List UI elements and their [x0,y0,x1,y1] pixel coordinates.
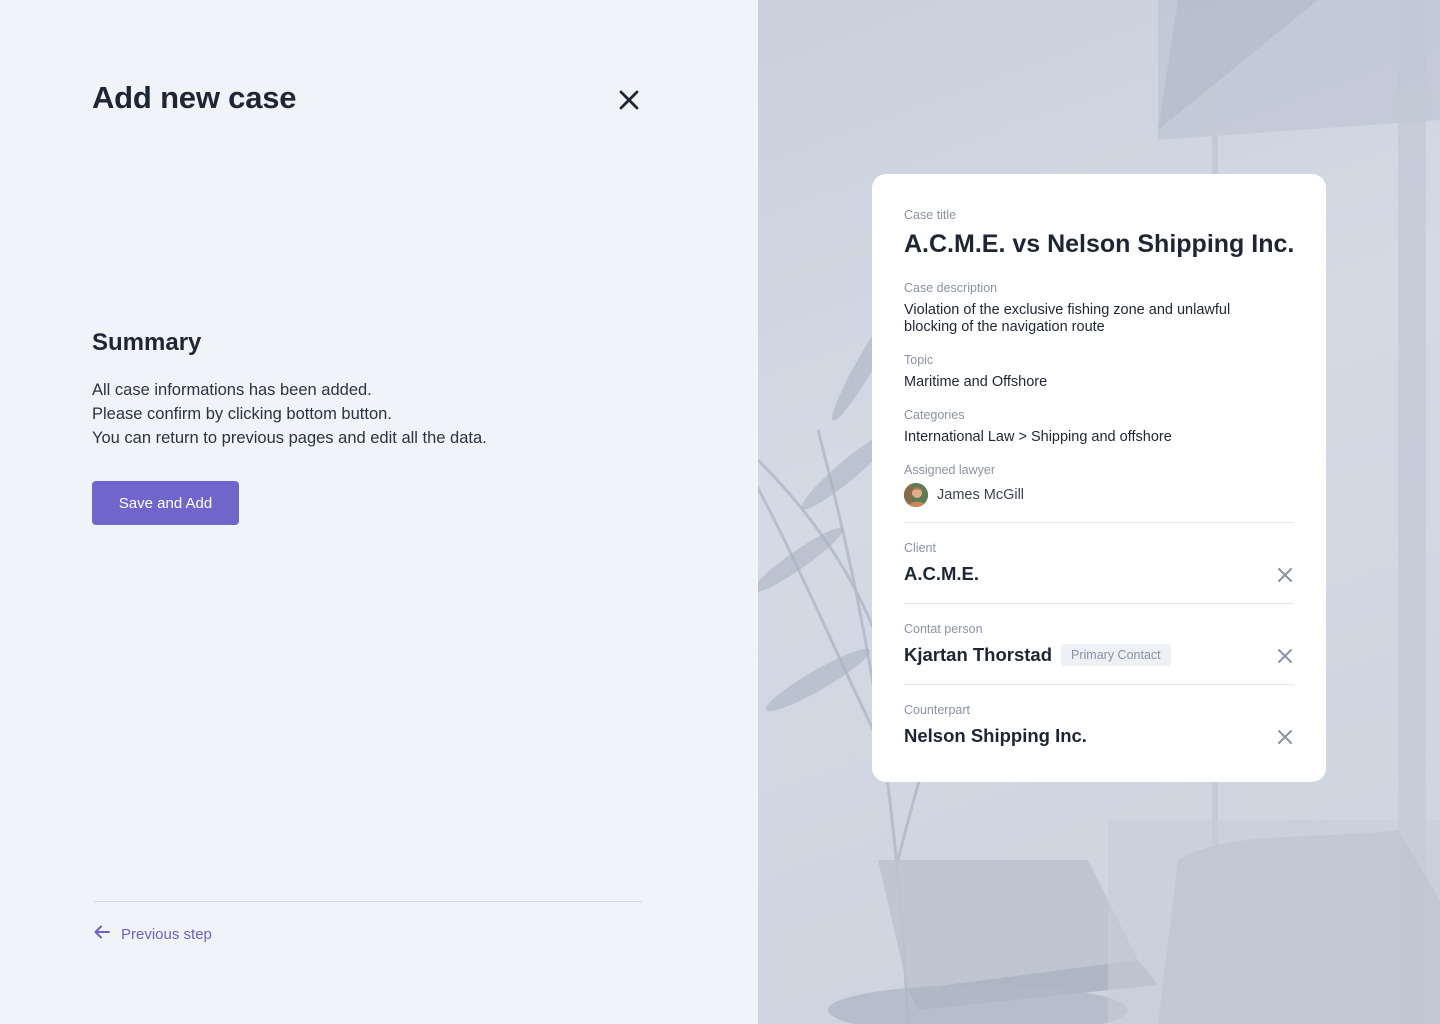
summary-title: Summary [92,329,202,356]
save-and-add-button[interactable]: Save and Add [92,481,239,525]
close-icon[interactable] [614,85,644,115]
contact-person-label: Contat person [904,622,983,636]
categories-label: Categories [904,408,965,422]
remove-contact-close-icon[interactable] [1276,647,1294,665]
previous-step-link[interactable]: Previous step [92,922,212,946]
summary-text: All case informations has been added. Pl… [92,378,652,450]
contact-person-name: Kjartan Thorstad [904,644,1053,665]
topic-value: Maritime and Offshore [904,374,1048,390]
client-value: A.C.M.E. [904,563,979,585]
form-panel: Add new case Summary All case informatio… [0,0,758,1024]
remove-client-close-icon[interactable] [1276,566,1294,584]
divider [904,522,1294,523]
assigned-lawyer: James McGill [904,483,1024,507]
case-description: Violation of the exclusive fishing zone … [904,302,1231,335]
assigned-lawyer-label: Assigned lawyer [904,463,996,477]
case-description-label: Case description [904,281,998,295]
remove-counterpart-close-icon[interactable] [1276,728,1294,746]
primary-contact-badge: Primary Contact [1061,644,1171,666]
counterpart-label: Counterpart [904,703,971,717]
categories-value: International Law > Shipping and offshor… [904,429,1172,445]
divider [904,603,1294,604]
arrow-left-icon [92,922,112,946]
page-title: Add new case [92,80,297,115]
client-label: Client [904,541,936,555]
counterpart-value: Nelson Shipping Inc. [904,725,1087,747]
divider [904,684,1294,685]
case-title: A.C.M.E. vs Nelson Shipping Inc. [904,230,1295,258]
lawyer-name: James McGill [937,487,1025,503]
summary-line: All case informations has been added. [92,381,372,399]
contact-person-value: Kjartan Thorstad Primary Contact [904,644,1171,666]
previous-step-label: Previous step [121,925,212,943]
topic-label: Topic [904,353,934,367]
counterpart-name: Nelson Shipping Inc. [904,725,1087,746]
summary-line: Please confirm by clicking bottom button… [92,405,392,423]
client-name: A.C.M.E. [904,563,980,584]
footer-divider [94,901,642,902]
avatar [904,483,928,507]
case-summary-card: Case title A.C.M.E. vs Nelson Shipping I… [872,174,1326,782]
summary-line: You can return to previous pages and edi… [92,429,487,447]
case-title-label: Case title [904,208,957,222]
